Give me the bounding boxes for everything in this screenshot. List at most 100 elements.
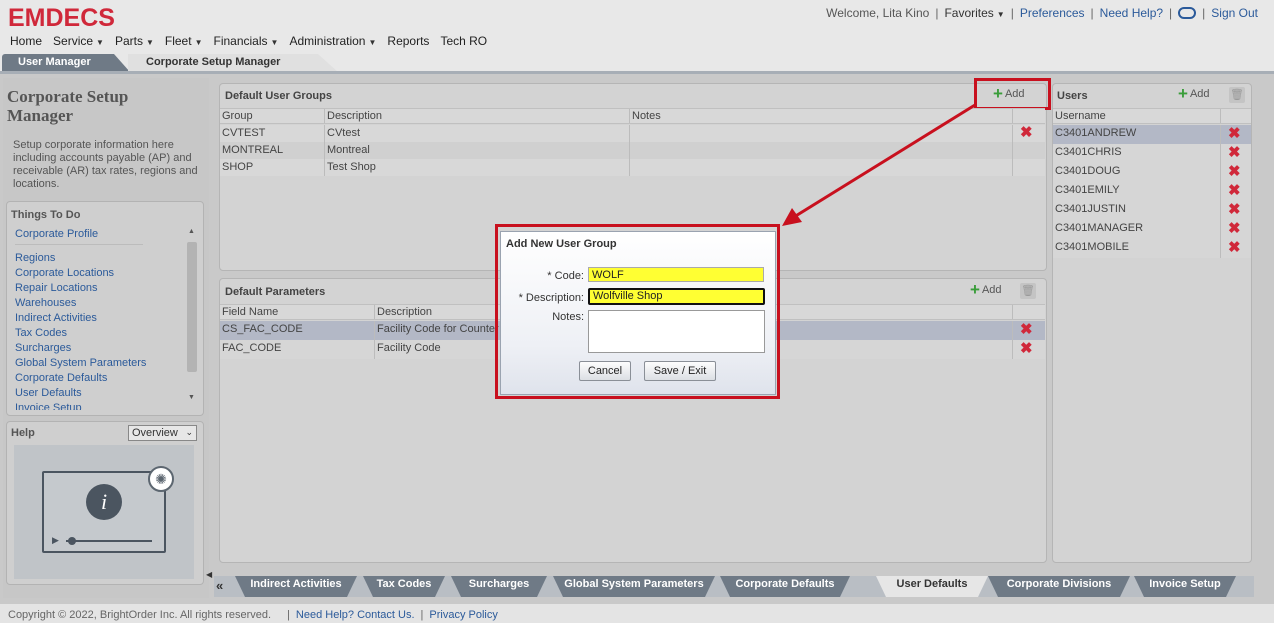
annotation-arrow (782, 103, 976, 226)
description-cell: CVtest (325, 125, 630, 142)
delete-icon[interactable]: ✖ (1020, 322, 1033, 337)
todo-item[interactable]: Indirect Activities (15, 311, 187, 326)
bottom-tab-corporate-divisions[interactable]: Corporate Divisions (988, 576, 1130, 597)
chevron-down-icon: ⌄ (185, 427, 193, 437)
bottom-tab-surcharges[interactable]: Surcharges (451, 576, 547, 597)
bottom-tab-tax-codes[interactable]: Tax Codes (363, 576, 445, 597)
tab-corporate-setup-manager[interactable]: Corporate Setup Manager (128, 54, 338, 72)
help-topic-select[interactable]: Overview ⌄ (128, 425, 197, 441)
username-cell: C3401CHRIS (1053, 144, 1221, 163)
table-row[interactable]: C3401JUSTIN ✖ (1053, 201, 1251, 220)
favorites-menu[interactable]: Favorites ▼ (944, 6, 1004, 20)
nav-service[interactable]: Service ▼ (53, 34, 104, 48)
delete-icon[interactable]: ✖ (1228, 202, 1241, 217)
footer: Copyright © 2022, BrightOrder Inc. All r… (0, 604, 1274, 623)
todo-scrollbar[interactable]: ▲ ▼ (186, 228, 198, 408)
nav-administration[interactable]: Administration ▼ (289, 34, 376, 48)
scroll-down-icon[interactable]: ▼ (188, 394, 195, 401)
users-title: Users (1057, 90, 1088, 102)
todo-item[interactable]: Corporate Locations (15, 266, 187, 281)
scroll-thumb[interactable] (187, 242, 197, 372)
column-header-field-name[interactable]: Field Name (220, 305, 375, 319)
nav-reports[interactable]: Reports (387, 34, 429, 48)
video-progress-knob (68, 537, 76, 545)
nav-parts[interactable]: Parts ▼ (115, 34, 154, 48)
username-cell: C3401MANAGER (1053, 220, 1221, 239)
todo-item[interactable]: Surcharges (15, 341, 187, 356)
save-exit-button[interactable]: Save / Exit (644, 361, 716, 381)
table-row[interactable]: C3401DOUG ✖ (1053, 163, 1251, 182)
column-header-group[interactable]: Group (220, 109, 325, 123)
delete-icon[interactable]: ✖ (1228, 183, 1241, 198)
bottom-tab-indirect-activities[interactable]: Indirect Activities (235, 576, 357, 597)
column-header-username[interactable]: Username (1053, 109, 1221, 123)
todo-item[interactable]: Tax Codes (15, 326, 187, 341)
nav-tech-ro[interactable]: Tech RO (440, 34, 487, 48)
table-row[interactable]: C3401EMILY ✖ (1053, 182, 1251, 201)
users-header: Username (1053, 108, 1251, 124)
page-description: Setup corporate information here includi… (13, 139, 198, 190)
default-user-groups-title: Default User Groups (225, 90, 332, 102)
delete-icon[interactable]: ✖ (1020, 341, 1033, 356)
delete-icon[interactable]: ✖ (1228, 221, 1241, 236)
nav-label: Fleet (164, 34, 192, 48)
delete-icon[interactable]: ✖ (1020, 125, 1033, 140)
table-row[interactable]: C3401MANAGER ✖ (1053, 220, 1251, 239)
todo-item[interactable]: Warehouses (15, 296, 187, 311)
bottom-tab-corporate-defaults[interactable]: Corporate Defaults (720, 576, 850, 597)
description-input[interactable]: Wolfville Shop (588, 288, 765, 305)
need-help-link[interactable]: Need Help? (1100, 6, 1163, 20)
tabs-prev-button[interactable]: « (216, 578, 223, 593)
table-row[interactable]: C3401MOBILE ✖ (1053, 239, 1251, 258)
emdecs-logo[interactable]: EMDECS (8, 4, 115, 33)
group-cell: SHOP (220, 159, 325, 176)
page-title: Corporate Setup Manager (7, 87, 129, 125)
delete-icon[interactable]: ✖ (1228, 126, 1241, 141)
todo-item[interactable]: Corporate Profile (15, 227, 187, 242)
nav-fleet[interactable]: Fleet ▼ (165, 34, 203, 48)
delete-icon[interactable]: ✖ (1228, 240, 1241, 255)
bottom-tab-user-defaults[interactable]: User Defaults (876, 576, 988, 597)
cancel-button[interactable]: Cancel (579, 361, 631, 381)
privacy-policy-link[interactable]: Privacy Policy (429, 609, 497, 623)
default-parameters-title: Default Parameters (225, 286, 326, 298)
nav-label: Parts (114, 34, 143, 48)
column-header-description[interactable]: Description (325, 109, 630, 123)
todo-item[interactable]: Regions (15, 251, 187, 266)
todo-item[interactable]: Corporate Defaults (15, 371, 187, 386)
delete-icon[interactable]: ✖ (1228, 164, 1241, 179)
chevron-down-icon: ▼ (270, 38, 279, 47)
scroll-up-icon[interactable]: ▲ (188, 228, 195, 235)
todo-item[interactable]: Global System Parameters (15, 356, 187, 371)
bottom-tab-invoice-setup[interactable]: Invoice Setup (1134, 576, 1236, 597)
bottom-tab-global-system-parameters[interactable]: Global System Parameters (553, 576, 715, 597)
table-row[interactable]: C3401CHRIS ✖ (1053, 144, 1251, 163)
user-toolbar: Welcome, Lita Kino | Favorites ▼ | Prefer… (826, 6, 1258, 20)
add-parameter-button[interactable]: + Add (970, 281, 1002, 298)
oracle-icon[interactable] (1178, 7, 1197, 19)
help-contact-link[interactable]: Need Help? Contact Us. (296, 609, 415, 623)
username-cell: C3401DOUG (1053, 163, 1221, 182)
sign-out-link[interactable]: Sign Out (1211, 6, 1258, 20)
field-name-cell: CS_FAC_CODE (220, 321, 375, 340)
nav-label: Administration (289, 34, 366, 48)
todo-item[interactable]: Repair Locations (15, 281, 187, 296)
nav-label: Financials (213, 34, 268, 48)
nav-label: Tech RO (440, 34, 488, 48)
code-input[interactable]: WOLF (588, 267, 764, 282)
nav-home[interactable]: Home (10, 34, 42, 48)
todo-item[interactable]: User Defaults (15, 386, 187, 401)
tab-user-manager[interactable]: User Manager (2, 54, 130, 72)
collapse-left-icon[interactable]: ◀ (206, 570, 212, 579)
nav-financials[interactable]: Financials ▼ (214, 34, 279, 48)
table-row[interactable]: C3401ANDREW ✖ (1053, 125, 1251, 144)
delete-icon[interactable]: ✖ (1228, 145, 1241, 160)
notes-textarea[interactable] (588, 310, 765, 353)
add-user-button[interactable]: + Add (1178, 85, 1210, 102)
todo-item[interactable]: Invoice Setup (15, 401, 187, 410)
username-cell: C3401MOBILE (1053, 239, 1221, 258)
trash-icon[interactable]: 🗑 (1020, 283, 1036, 299)
preferences-link[interactable]: Preferences (1020, 6, 1085, 20)
nav-label: Home (10, 34, 43, 48)
trash-icon[interactable]: 🗑 (1229, 87, 1245, 103)
